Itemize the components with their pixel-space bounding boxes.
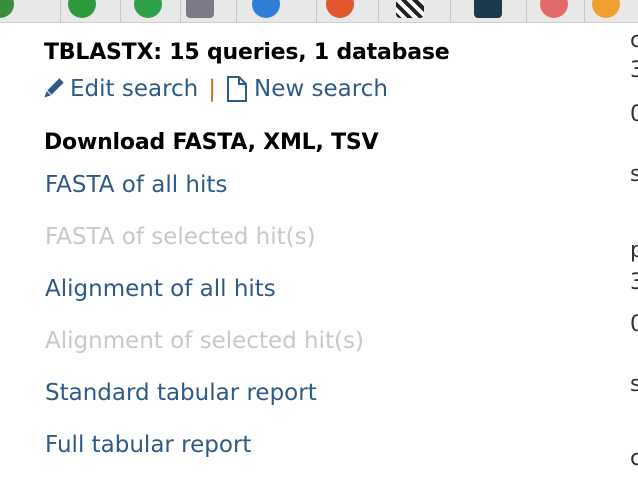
browser-tab[interactable] (0, 0, 61, 22)
download-alignment-selected-link: Alignment of selected hit(s) (45, 328, 364, 354)
clipped-right-column: c 3 0 s p 3 0 s c (626, 22, 638, 480)
download-fasta-selected-link: FASTA of selected hit(s) (45, 224, 316, 250)
search-summary-title: TBLASTX: 15 queries, 1 database (44, 40, 450, 65)
edit-search-label: Edit search (70, 76, 199, 102)
download-heading: Download FASTA, XML, TSV (44, 130, 379, 155)
tab-favicon-icon (0, 0, 14, 18)
document-icon (226, 76, 248, 102)
new-search-label: New search (254, 76, 388, 102)
tab-favicon-icon (252, 0, 280, 18)
tab-favicon-icon (326, 0, 354, 18)
results-sidebar: TBLASTX: 15 queries, 1 database Edit sea… (0, 22, 450, 480)
download-alignment-all-link[interactable]: Alignment of all hits (45, 276, 276, 302)
search-actions: Edit search | New search (42, 76, 388, 102)
page: TBLASTX: 15 queries, 1 database Edit sea… (0, 0, 638, 480)
clipped-text: 3 (630, 270, 638, 295)
tab-favicon-icon (186, 0, 214, 18)
tab-favicon-icon (474, 0, 502, 18)
tab-favicon-icon (134, 0, 162, 18)
tab-favicon-icon (592, 0, 620, 18)
edit-search-link[interactable]: Edit search (42, 76, 198, 102)
new-search-link[interactable]: New search (226, 76, 388, 102)
clipped-text: 0 (630, 102, 638, 127)
pencil-icon (42, 78, 64, 100)
clipped-text: p (630, 238, 638, 263)
standard-tabular-report-link[interactable]: Standard tabular report (45, 380, 317, 406)
browser-tab[interactable] (120, 0, 181, 22)
browser-tab-strip (0, 0, 638, 23)
browser-tab[interactable] (60, 0, 121, 22)
separator: | (208, 76, 217, 102)
clipped-text: c (630, 446, 638, 471)
browser-tab[interactable] (236, 0, 317, 22)
full-tabular-report-link[interactable]: Full tabular report (45, 432, 251, 458)
browser-tab[interactable] (180, 0, 237, 22)
download-fasta-all-link[interactable]: FASTA of all hits (45, 172, 227, 198)
clipped-text: s (630, 162, 638, 187)
browser-tab[interactable] (316, 0, 379, 22)
browser-tab[interactable] (584, 0, 638, 22)
browser-tab[interactable] (526, 0, 585, 22)
clipped-text: 0 (630, 312, 638, 337)
tab-favicon-icon (540, 0, 568, 18)
browser-tab[interactable] (378, 0, 451, 22)
tab-favicon-icon (68, 0, 96, 18)
clipped-text: s (630, 372, 638, 397)
clipped-text: 3 (630, 58, 638, 83)
clipped-text: c (630, 28, 638, 53)
tab-favicon-icon (396, 0, 424, 18)
browser-tab[interactable] (450, 0, 527, 22)
